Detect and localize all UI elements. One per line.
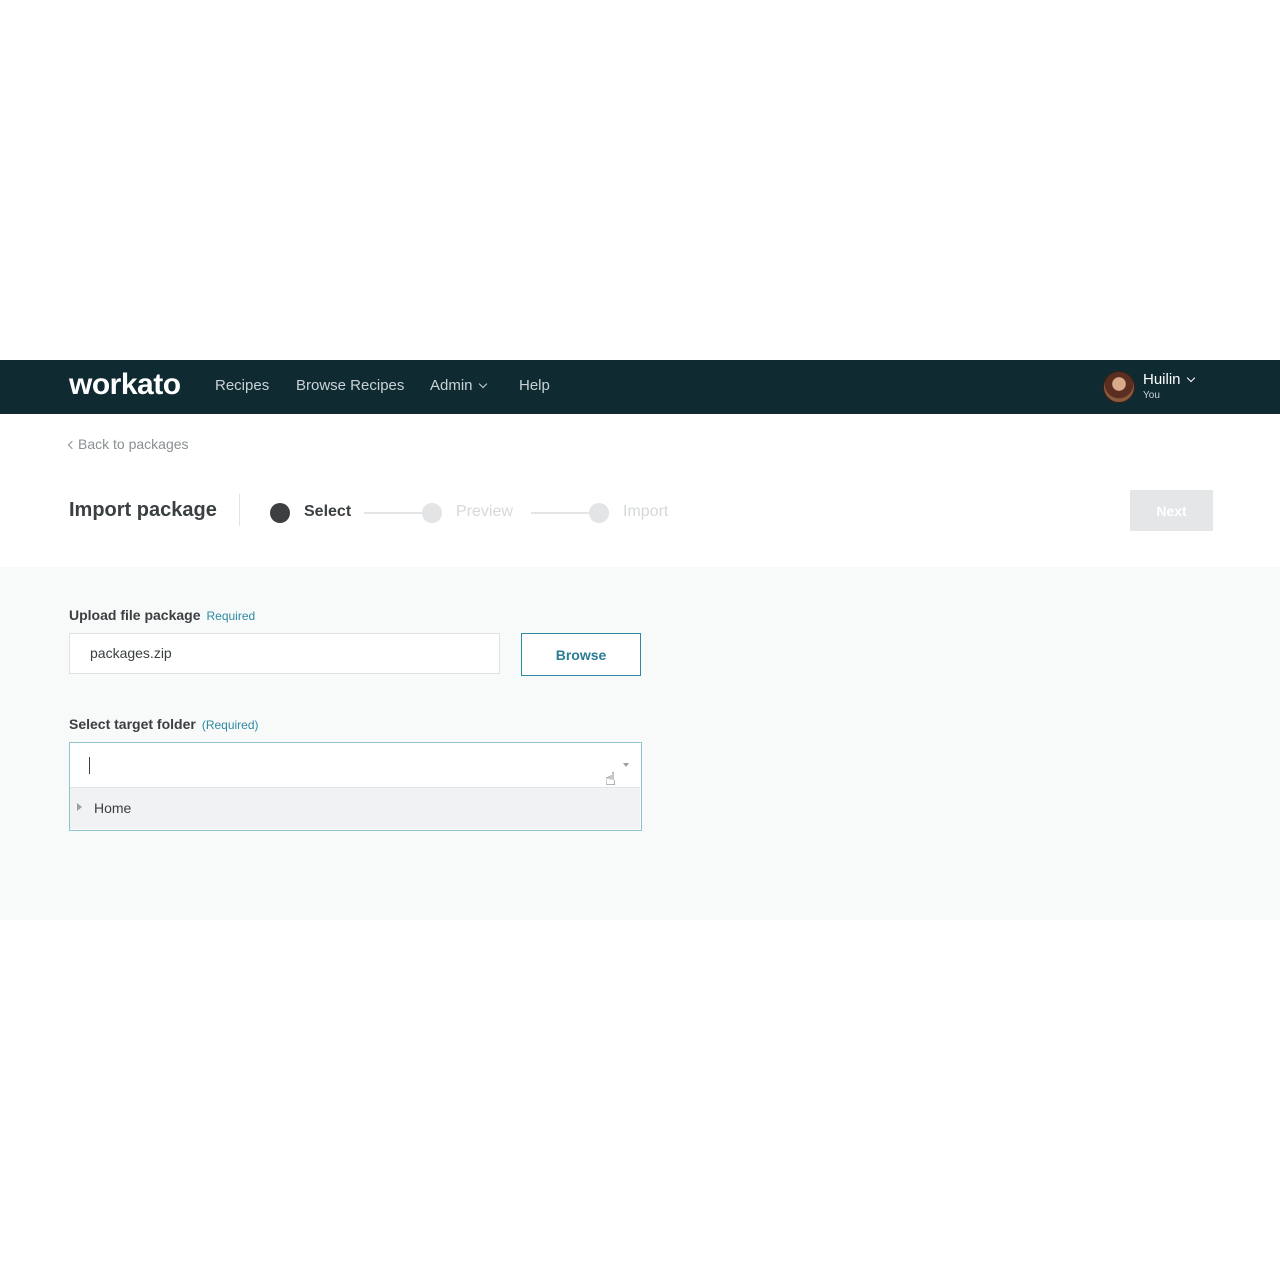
required-tag: Required [206,609,256,623]
step-connector [364,512,422,514]
step-label-select: Select [304,503,352,520]
user-name: Huilin [1143,371,1181,388]
step-label-preview: Preview [456,503,513,520]
folder-label-text: Select target folder [69,716,196,732]
chevron-down-icon [478,379,487,389]
back-link-label: Back to packages [78,436,189,452]
step-label-import: Import [623,503,669,520]
top-navbar: workato Recipes Browse Recipes Admin Hel… [0,360,1280,414]
caret-right-icon[interactable] [77,803,82,811]
page-title: Import package [69,499,217,521]
nav-help[interactable]: Help [519,377,550,394]
workato-logo[interactable]: workato [69,368,181,402]
nav-admin[interactable]: Admin [430,377,487,394]
text-caret [89,757,90,774]
step-dot-preview [422,503,442,523]
user-menu[interactable]: Huilin You [1103,369,1213,405]
upload-file-label: Upload file package Required [69,607,255,623]
step-dot-select [270,503,290,523]
user-subtitle: You [1143,390,1160,401]
title-divider [239,494,240,526]
app: workato Recipes Browse Recipes Admin Hel… [0,360,1280,920]
hand-pointer-icon: ☝ [605,769,616,789]
chevron-left-icon [67,440,77,450]
user-name-row: Huilin [1143,371,1195,388]
step-connector [531,512,589,514]
step-dot-import [589,503,609,523]
chevron-down-icon [1186,373,1195,383]
nav-browse-recipes[interactable]: Browse Recipes [296,377,404,394]
browse-button[interactable]: Browse [521,633,641,676]
required-tag: (Required) [201,718,259,732]
folder-tree-label: Home [94,800,132,816]
next-button[interactable]: Next [1130,490,1213,531]
folder-search-input[interactable] [70,743,640,787]
nav-recipes[interactable]: Recipes [215,377,269,394]
upload-label-text: Upload file package [69,607,201,623]
nav-admin-label: Admin [430,377,473,394]
back-to-packages-link[interactable]: Back to packages [67,436,189,452]
file-package-field[interactable]: packages.zip [69,633,500,674]
avatar [1103,371,1135,403]
target-folder-label: Select target folder (Required) [69,716,259,732]
chevron-down-icon[interactable] [623,763,629,767]
target-folder-select[interactable]: ☝ Home [69,742,642,831]
folder-tree-item-home[interactable]: Home [70,787,640,829]
